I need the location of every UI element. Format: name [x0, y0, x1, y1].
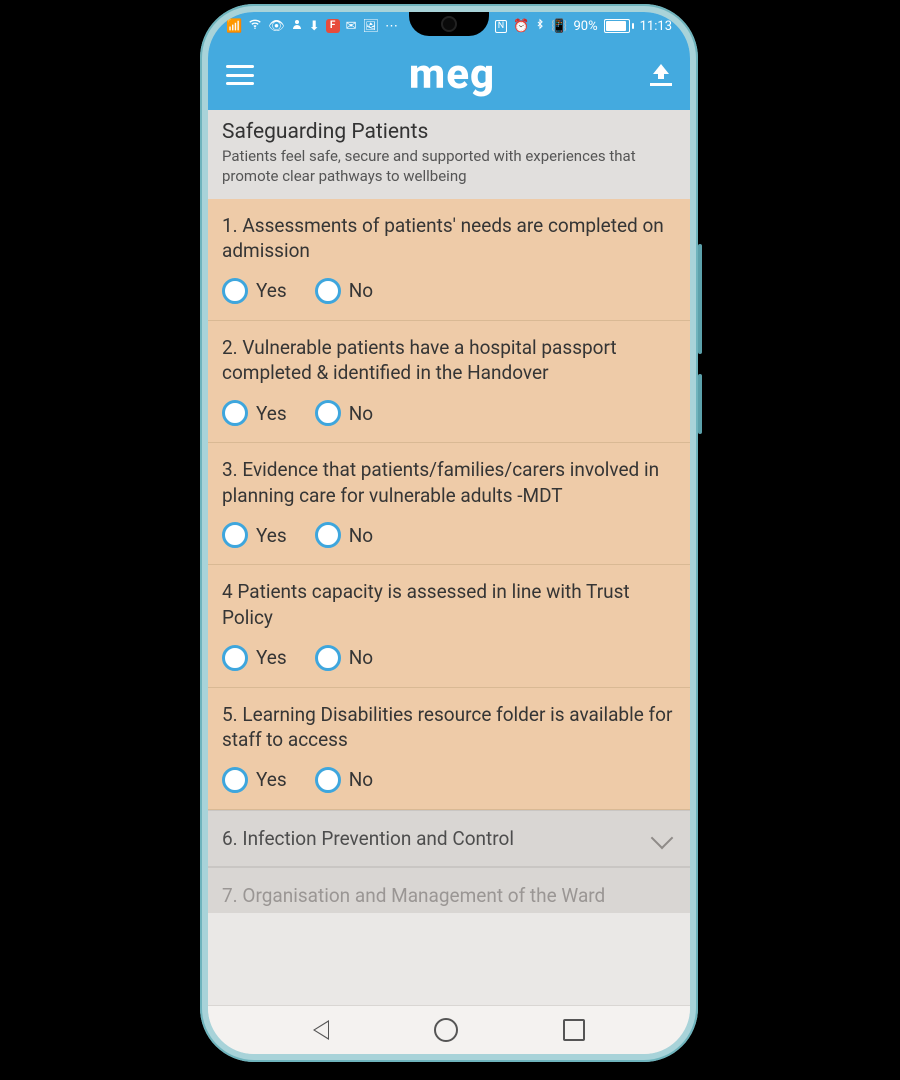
nav-recent-button[interactable]: [563, 1019, 585, 1041]
question-row: 4 Patients capacity is assessed in line …: [208, 565, 690, 687]
radio-icon: [315, 278, 341, 304]
option-yes[interactable]: Yes: [222, 400, 287, 426]
mail-icon: ✉: [346, 19, 357, 34]
question-text: 2. Vulnerable patients have a hospital p…: [222, 335, 676, 386]
person-icon: [291, 18, 303, 34]
nfc-icon: N: [495, 20, 507, 33]
phone-screen: 📶 👁 ⬇ F ✉ 🖼 ⋯ N ⏰: [208, 12, 690, 1054]
section-header: Safeguarding Patients Patients feel safe…: [208, 110, 690, 199]
option-label: No: [349, 279, 373, 302]
menu-button[interactable]: [226, 65, 254, 85]
option-yes[interactable]: Yes: [222, 645, 287, 671]
collapsed-section[interactable]: 6. Infection Prevention and Control: [208, 810, 690, 867]
question-row: 2. Vulnerable patients have a hospital p…: [208, 321, 690, 443]
option-no[interactable]: No: [315, 645, 373, 671]
battery-percent: 90%: [573, 19, 597, 34]
radio-icon: [315, 645, 341, 671]
vibrate-icon: 📳: [551, 19, 567, 34]
app-badge-icon: F: [326, 19, 340, 33]
section-title: Safeguarding Patients: [222, 120, 676, 144]
bluetooth-icon: [535, 17, 545, 35]
signal-icon: 📶: [226, 19, 242, 34]
question-text: 4 Patients capacity is assessed in line …: [222, 579, 676, 630]
option-label: Yes: [256, 768, 287, 791]
app-badge-text: F: [326, 19, 340, 33]
option-label: No: [349, 524, 373, 547]
app-logo: meg: [409, 54, 495, 96]
nav-back-button[interactable]: [313, 1020, 329, 1040]
radio-icon: [315, 767, 341, 793]
option-label: Yes: [256, 279, 287, 302]
collapsed-section[interactable]: 7. Organisation and Management of the Wa…: [208, 867, 690, 913]
option-no[interactable]: No: [315, 278, 373, 304]
more-icon: ⋯: [385, 19, 398, 34]
wifi-icon: [248, 17, 262, 35]
front-camera: [441, 16, 457, 32]
option-yes[interactable]: Yes: [222, 767, 287, 793]
radio-icon: [222, 767, 248, 793]
question-row: 5. Learning Disabilities resource folder…: [208, 688, 690, 810]
alarm-icon: ⏰: [513, 19, 529, 34]
option-label: No: [349, 402, 373, 425]
radio-icon: [315, 522, 341, 548]
option-no[interactable]: No: [315, 522, 373, 548]
eye-icon: 👁: [268, 19, 285, 34]
radio-icon: [222, 278, 248, 304]
android-nav-bar: [208, 1005, 690, 1054]
question-row: 3. Evidence that patients/families/carer…: [208, 443, 690, 565]
section-subtitle: Patients feel safe, secure and supported…: [222, 146, 676, 187]
option-label: No: [349, 646, 373, 669]
option-label: Yes: [256, 402, 287, 425]
option-yes[interactable]: Yes: [222, 278, 287, 304]
question-row: 1. Assessments of patients' needs are co…: [208, 199, 690, 321]
image-icon: 🖼: [363, 19, 380, 34]
radio-icon: [222, 400, 248, 426]
radio-icon: [315, 400, 341, 426]
collapsed-section-label: 7. Organisation and Management of the Wa…: [222, 884, 605, 907]
form-content: Safeguarding Patients Patients feel safe…: [208, 110, 690, 1006]
question-text: 5. Learning Disabilities resource folder…: [222, 702, 676, 753]
display-notch: [409, 12, 489, 36]
collapsed-section-label: 6. Infection Prevention and Control: [222, 827, 514, 850]
volume-button[interactable]: [698, 244, 702, 354]
question-text: 1. Assessments of patients' needs are co…: [222, 213, 676, 264]
option-yes[interactable]: Yes: [222, 522, 287, 548]
radio-icon: [222, 522, 248, 548]
chevron-down-icon: [651, 827, 674, 850]
download-icon: ⬇: [309, 19, 320, 34]
app-bar: meg: [208, 40, 690, 110]
power-button[interactable]: [698, 374, 702, 434]
clock-text: 11:13: [640, 19, 672, 34]
option-label: Yes: [256, 524, 287, 547]
option-label: Yes: [256, 646, 287, 669]
upload-button[interactable]: [650, 64, 672, 86]
question-text: 3. Evidence that patients/families/carer…: [222, 457, 676, 508]
phone-frame: 📶 👁 ⬇ F ✉ 🖼 ⋯ N ⏰: [200, 4, 698, 1062]
option-label: No: [349, 768, 373, 791]
radio-icon: [222, 645, 248, 671]
battery-icon: [604, 19, 634, 33]
option-no[interactable]: No: [315, 767, 373, 793]
nav-home-button[interactable]: [434, 1018, 458, 1042]
option-no[interactable]: No: [315, 400, 373, 426]
